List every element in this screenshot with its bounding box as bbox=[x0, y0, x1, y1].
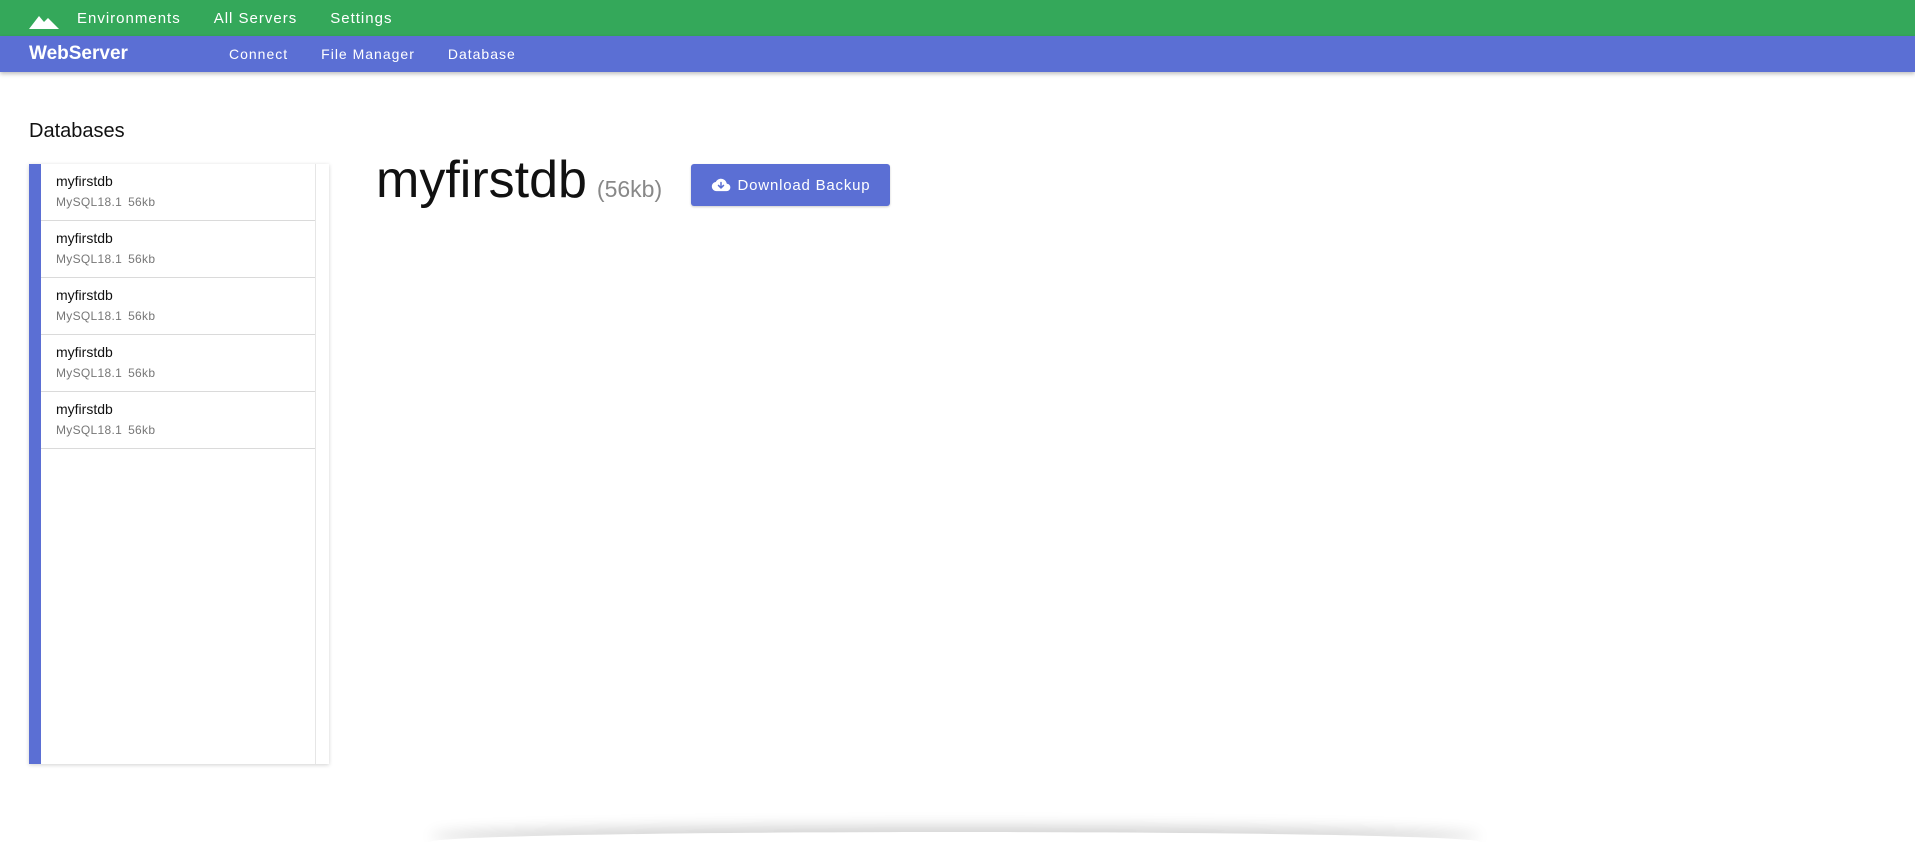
database-list-item[interactable]: myfirstdb MySQL18.1 56kb bbox=[41, 221, 315, 278]
database-title: myfirstdb bbox=[376, 151, 587, 209]
database-engine: MySQL18.1 bbox=[56, 195, 123, 209]
database-meta: MySQL18.1 56kb bbox=[56, 252, 315, 266]
database-list-item[interactable]: myfirstdb MySQL18.1 56kb bbox=[41, 278, 315, 335]
database-name: myfirstdb bbox=[56, 287, 113, 303]
list-scrollbar[interactable] bbox=[315, 164, 329, 764]
nav-all-servers[interactable]: All Servers bbox=[214, 10, 298, 27]
database-name: myfirstdb bbox=[56, 230, 113, 246]
database-name: myfirstdb bbox=[56, 173, 113, 189]
database-engine: MySQL18.1 bbox=[56, 309, 123, 323]
mountain-icon[interactable] bbox=[29, 12, 59, 30]
database-name: myfirstdb bbox=[56, 401, 113, 417]
top-navbar: Environments All Servers Settings bbox=[0, 0, 1915, 36]
database-size-label: (56kb) bbox=[596, 176, 663, 202]
server-nav: Connect File Manager Database bbox=[229, 36, 549, 72]
database-detail-header: myfirstdb (56kb) bbox=[376, 150, 662, 210]
database-size: 56kb bbox=[128, 366, 156, 380]
database-list-item[interactable]: myfirstdb MySQL18.1 56kb bbox=[41, 164, 315, 221]
nav-connect[interactable]: Connect bbox=[229, 46, 288, 62]
database-engine: MySQL18.1 bbox=[56, 252, 123, 266]
database-engine: MySQL18.1 bbox=[56, 366, 123, 380]
nav-settings[interactable]: Settings bbox=[330, 10, 392, 27]
database-list-item[interactable]: myfirstdb MySQL18.1 56kb bbox=[41, 392, 315, 449]
nav-file-manager[interactable]: File Manager bbox=[321, 46, 415, 62]
download-backup-label: Download Backup bbox=[737, 176, 871, 194]
database-meta: MySQL18.1 56kb bbox=[56, 423, 315, 437]
database-size: 56kb bbox=[128, 423, 156, 437]
database-size: 56kb bbox=[128, 195, 156, 209]
database-engine: MySQL18.1 bbox=[56, 423, 123, 437]
server-navbar: WebServer Connect File Manager Database bbox=[0, 36, 1915, 72]
database-meta: MySQL18.1 56kb bbox=[56, 195, 315, 209]
cloud-download-icon bbox=[711, 178, 730, 192]
database-list-item[interactable]: myfirstdb MySQL18.1 56kb bbox=[41, 335, 315, 392]
database-list: myfirstdb MySQL18.1 56kb myfirstdb MySQL1… bbox=[41, 164, 315, 449]
database-list-panel: myfirstdb MySQL18.1 56kb myfirstdb MySQL1… bbox=[29, 164, 329, 764]
offscreen-card-edge bbox=[430, 832, 1480, 842]
database-size: 56kb bbox=[128, 309, 156, 323]
top-nav: Environments All Servers Settings bbox=[77, 0, 425, 36]
nav-database[interactable]: Database bbox=[448, 46, 516, 62]
database-name: myfirstdb bbox=[56, 344, 113, 360]
database-meta: MySQL18.1 56kb bbox=[56, 309, 315, 323]
nav-environments[interactable]: Environments bbox=[77, 10, 181, 27]
download-backup-button[interactable]: Download Backup bbox=[691, 164, 890, 206]
database-size: 56kb bbox=[128, 252, 156, 266]
brand-title[interactable]: WebServer bbox=[29, 36, 128, 72]
databases-heading: Databases bbox=[29, 120, 125, 142]
database-meta: MySQL18.1 56kb bbox=[56, 366, 315, 380]
